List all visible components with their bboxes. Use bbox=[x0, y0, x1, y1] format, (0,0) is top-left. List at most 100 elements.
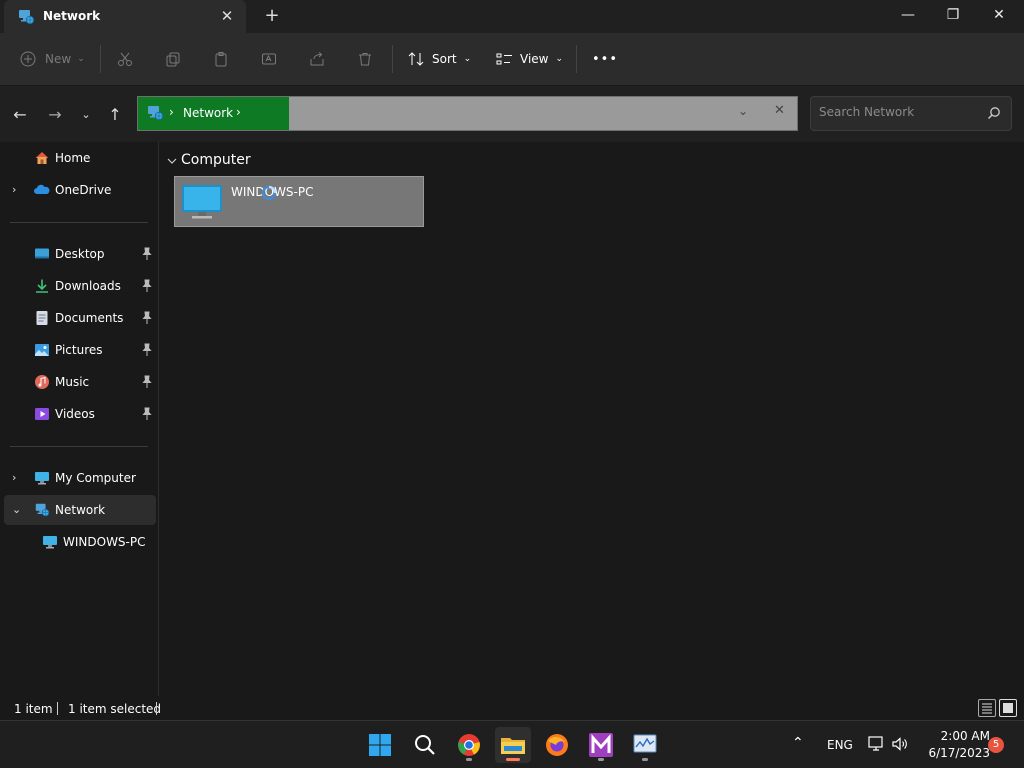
copy-button[interactable] bbox=[165, 47, 181, 71]
taskbar-app-monitor[interactable] bbox=[627, 727, 663, 763]
tab-title: Network bbox=[43, 9, 101, 23]
new-button[interactable]: New ⌄ bbox=[20, 47, 85, 71]
sidebar-item-my-computer[interactable]: › My Computer bbox=[4, 463, 156, 493]
sidebar-item-network[interactable]: ⌄ Network bbox=[4, 495, 156, 525]
back-arrow-icon[interactable]: ← bbox=[8, 102, 32, 126]
pin-icon[interactable] bbox=[141, 343, 153, 357]
details-view-icon[interactable] bbox=[978, 699, 996, 717]
running-indicator bbox=[598, 758, 604, 761]
sidebar-divider bbox=[10, 222, 148, 223]
more-options-button[interactable]: ••• bbox=[592, 47, 618, 71]
taskbar-firefox[interactable] bbox=[539, 727, 575, 763]
close-window-button[interactable]: ✕ bbox=[976, 0, 1022, 30]
breadcrumb-network[interactable]: Network bbox=[183, 106, 233, 120]
forward-arrow-icon[interactable]: → bbox=[43, 102, 67, 126]
breadcrumb-chevron-icon: › bbox=[236, 105, 241, 119]
chevron-down-icon[interactable]: ⌄ bbox=[12, 503, 21, 516]
navigation-pane: Home › OneDrive Desktop Downloads Docume… bbox=[0, 142, 158, 696]
onedrive-icon bbox=[34, 184, 50, 194]
large-icons-view-icon[interactable] bbox=[999, 699, 1017, 717]
sort-button[interactable]: Sort ⌄ bbox=[408, 47, 471, 71]
taskbar-search-button[interactable] bbox=[407, 727, 443, 763]
running-indicator bbox=[506, 758, 520, 761]
chevron-down-icon[interactable] bbox=[166, 155, 178, 167]
downloads-icon bbox=[36, 279, 48, 293]
paste-icon bbox=[215, 52, 227, 67]
sort-icon bbox=[408, 52, 424, 66]
pin-icon[interactable] bbox=[141, 279, 153, 293]
tab-close-button[interactable]: ✕ bbox=[218, 6, 236, 26]
share-button[interactable] bbox=[309, 47, 325, 71]
breadcrumb-chevron-icon: › bbox=[169, 105, 174, 119]
address-bar[interactable]: › Network › ⌄ ✕ bbox=[137, 96, 798, 131]
cut-button[interactable] bbox=[117, 47, 133, 71]
rename-button[interactable] bbox=[261, 47, 277, 71]
network-status-icon[interactable] bbox=[867, 736, 885, 752]
sidebar-item-windows-pc[interactable]: WINDOWS-PC bbox=[4, 527, 156, 557]
start-button[interactable] bbox=[362, 727, 398, 763]
search-icon[interactable] bbox=[987, 106, 1001, 120]
search-box[interactable] bbox=[810, 96, 1012, 131]
taskbar: ⌃ ENG 2:00 AM 6/17/2023 5 bbox=[0, 720, 1024, 768]
pin-icon[interactable] bbox=[141, 247, 153, 261]
pin-icon[interactable] bbox=[141, 375, 153, 389]
clock-date[interactable]: 6/17/2023 bbox=[920, 746, 990, 760]
sidebar-item-documents[interactable]: Documents bbox=[4, 303, 156, 333]
address-dropdown-icon[interactable]: ⌄ bbox=[738, 104, 748, 118]
sidebar-item-label: Downloads bbox=[55, 279, 121, 293]
sidebar-item-label: Pictures bbox=[55, 343, 103, 357]
paste-button[interactable] bbox=[213, 47, 229, 71]
sidebar-item-music[interactable]: Music bbox=[4, 367, 156, 397]
chevron-right-icon[interactable]: › bbox=[12, 183, 16, 196]
item-count: 1 item bbox=[14, 702, 53, 716]
input-language[interactable]: ENG bbox=[827, 738, 853, 752]
new-tab-button[interactable]: + bbox=[262, 6, 282, 26]
title-bar: Network ✕ + — ❐ ✕ bbox=[0, 0, 1024, 33]
music-icon bbox=[35, 375, 49, 389]
taskbar-app-m[interactable] bbox=[583, 727, 619, 763]
search-input[interactable] bbox=[819, 105, 979, 119]
maximize-button[interactable]: ❐ bbox=[930, 0, 976, 30]
sidebar-item-label: WINDOWS-PC bbox=[63, 535, 146, 549]
home-icon bbox=[35, 152, 49, 164]
m-app-icon bbox=[589, 733, 613, 757]
view-button[interactable]: View ⌄ bbox=[496, 47, 563, 71]
delete-button[interactable] bbox=[357, 47, 373, 71]
address-clear-icon[interactable]: ✕ bbox=[774, 103, 785, 118]
toolbar-divider bbox=[100, 45, 101, 73]
sidebar-item-downloads[interactable]: Downloads bbox=[4, 271, 156, 301]
videos-icon bbox=[35, 408, 49, 420]
sidebar-item-desktop[interactable]: Desktop bbox=[4, 239, 156, 269]
taskbar-chrome[interactable] bbox=[451, 727, 487, 763]
chevron-right-icon[interactable]: › bbox=[12, 471, 16, 484]
sidebar-item-onedrive[interactable]: › OneDrive bbox=[4, 175, 156, 205]
share-icon bbox=[310, 52, 324, 66]
pin-icon[interactable] bbox=[141, 407, 153, 421]
pin-icon[interactable] bbox=[141, 311, 153, 325]
network-icon bbox=[35, 503, 50, 517]
sidebar-item-label: Videos bbox=[55, 407, 95, 421]
clock-time[interactable]: 2:00 AM bbox=[920, 729, 990, 743]
volume-icon[interactable] bbox=[891, 736, 909, 752]
file-list: Computer WINDOWS-PC bbox=[159, 142, 1024, 696]
sidebar-item-label: Desktop bbox=[55, 247, 105, 261]
group-header[interactable]: Computer bbox=[181, 152, 251, 168]
list-item[interactable]: WINDOWS-PC bbox=[174, 176, 424, 227]
sort-label: Sort bbox=[432, 52, 457, 66]
toolbar-divider bbox=[576, 45, 577, 73]
minimize-button[interactable]: — bbox=[885, 0, 931, 30]
recent-locations-icon[interactable]: ⌄ bbox=[74, 102, 98, 126]
tab-network[interactable]: Network ✕ bbox=[4, 0, 246, 33]
sidebar-item-pictures[interactable]: Pictures bbox=[4, 335, 156, 365]
taskbar-file-explorer[interactable] bbox=[495, 727, 531, 763]
sidebar-item-home[interactable]: Home bbox=[4, 143, 156, 173]
up-arrow-icon[interactable]: ↑ bbox=[103, 102, 127, 126]
activity-monitor-icon bbox=[633, 734, 657, 753]
show-hidden-icons-icon[interactable]: ⌃ bbox=[792, 735, 804, 751]
network-icon bbox=[19, 10, 35, 25]
desktop-icon bbox=[35, 248, 49, 259]
cut-icon bbox=[118, 52, 132, 66]
sidebar-item-label: Network bbox=[55, 503, 106, 517]
notification-badge[interactable]: 5 bbox=[988, 737, 1004, 753]
sidebar-item-videos[interactable]: Videos bbox=[4, 399, 156, 429]
